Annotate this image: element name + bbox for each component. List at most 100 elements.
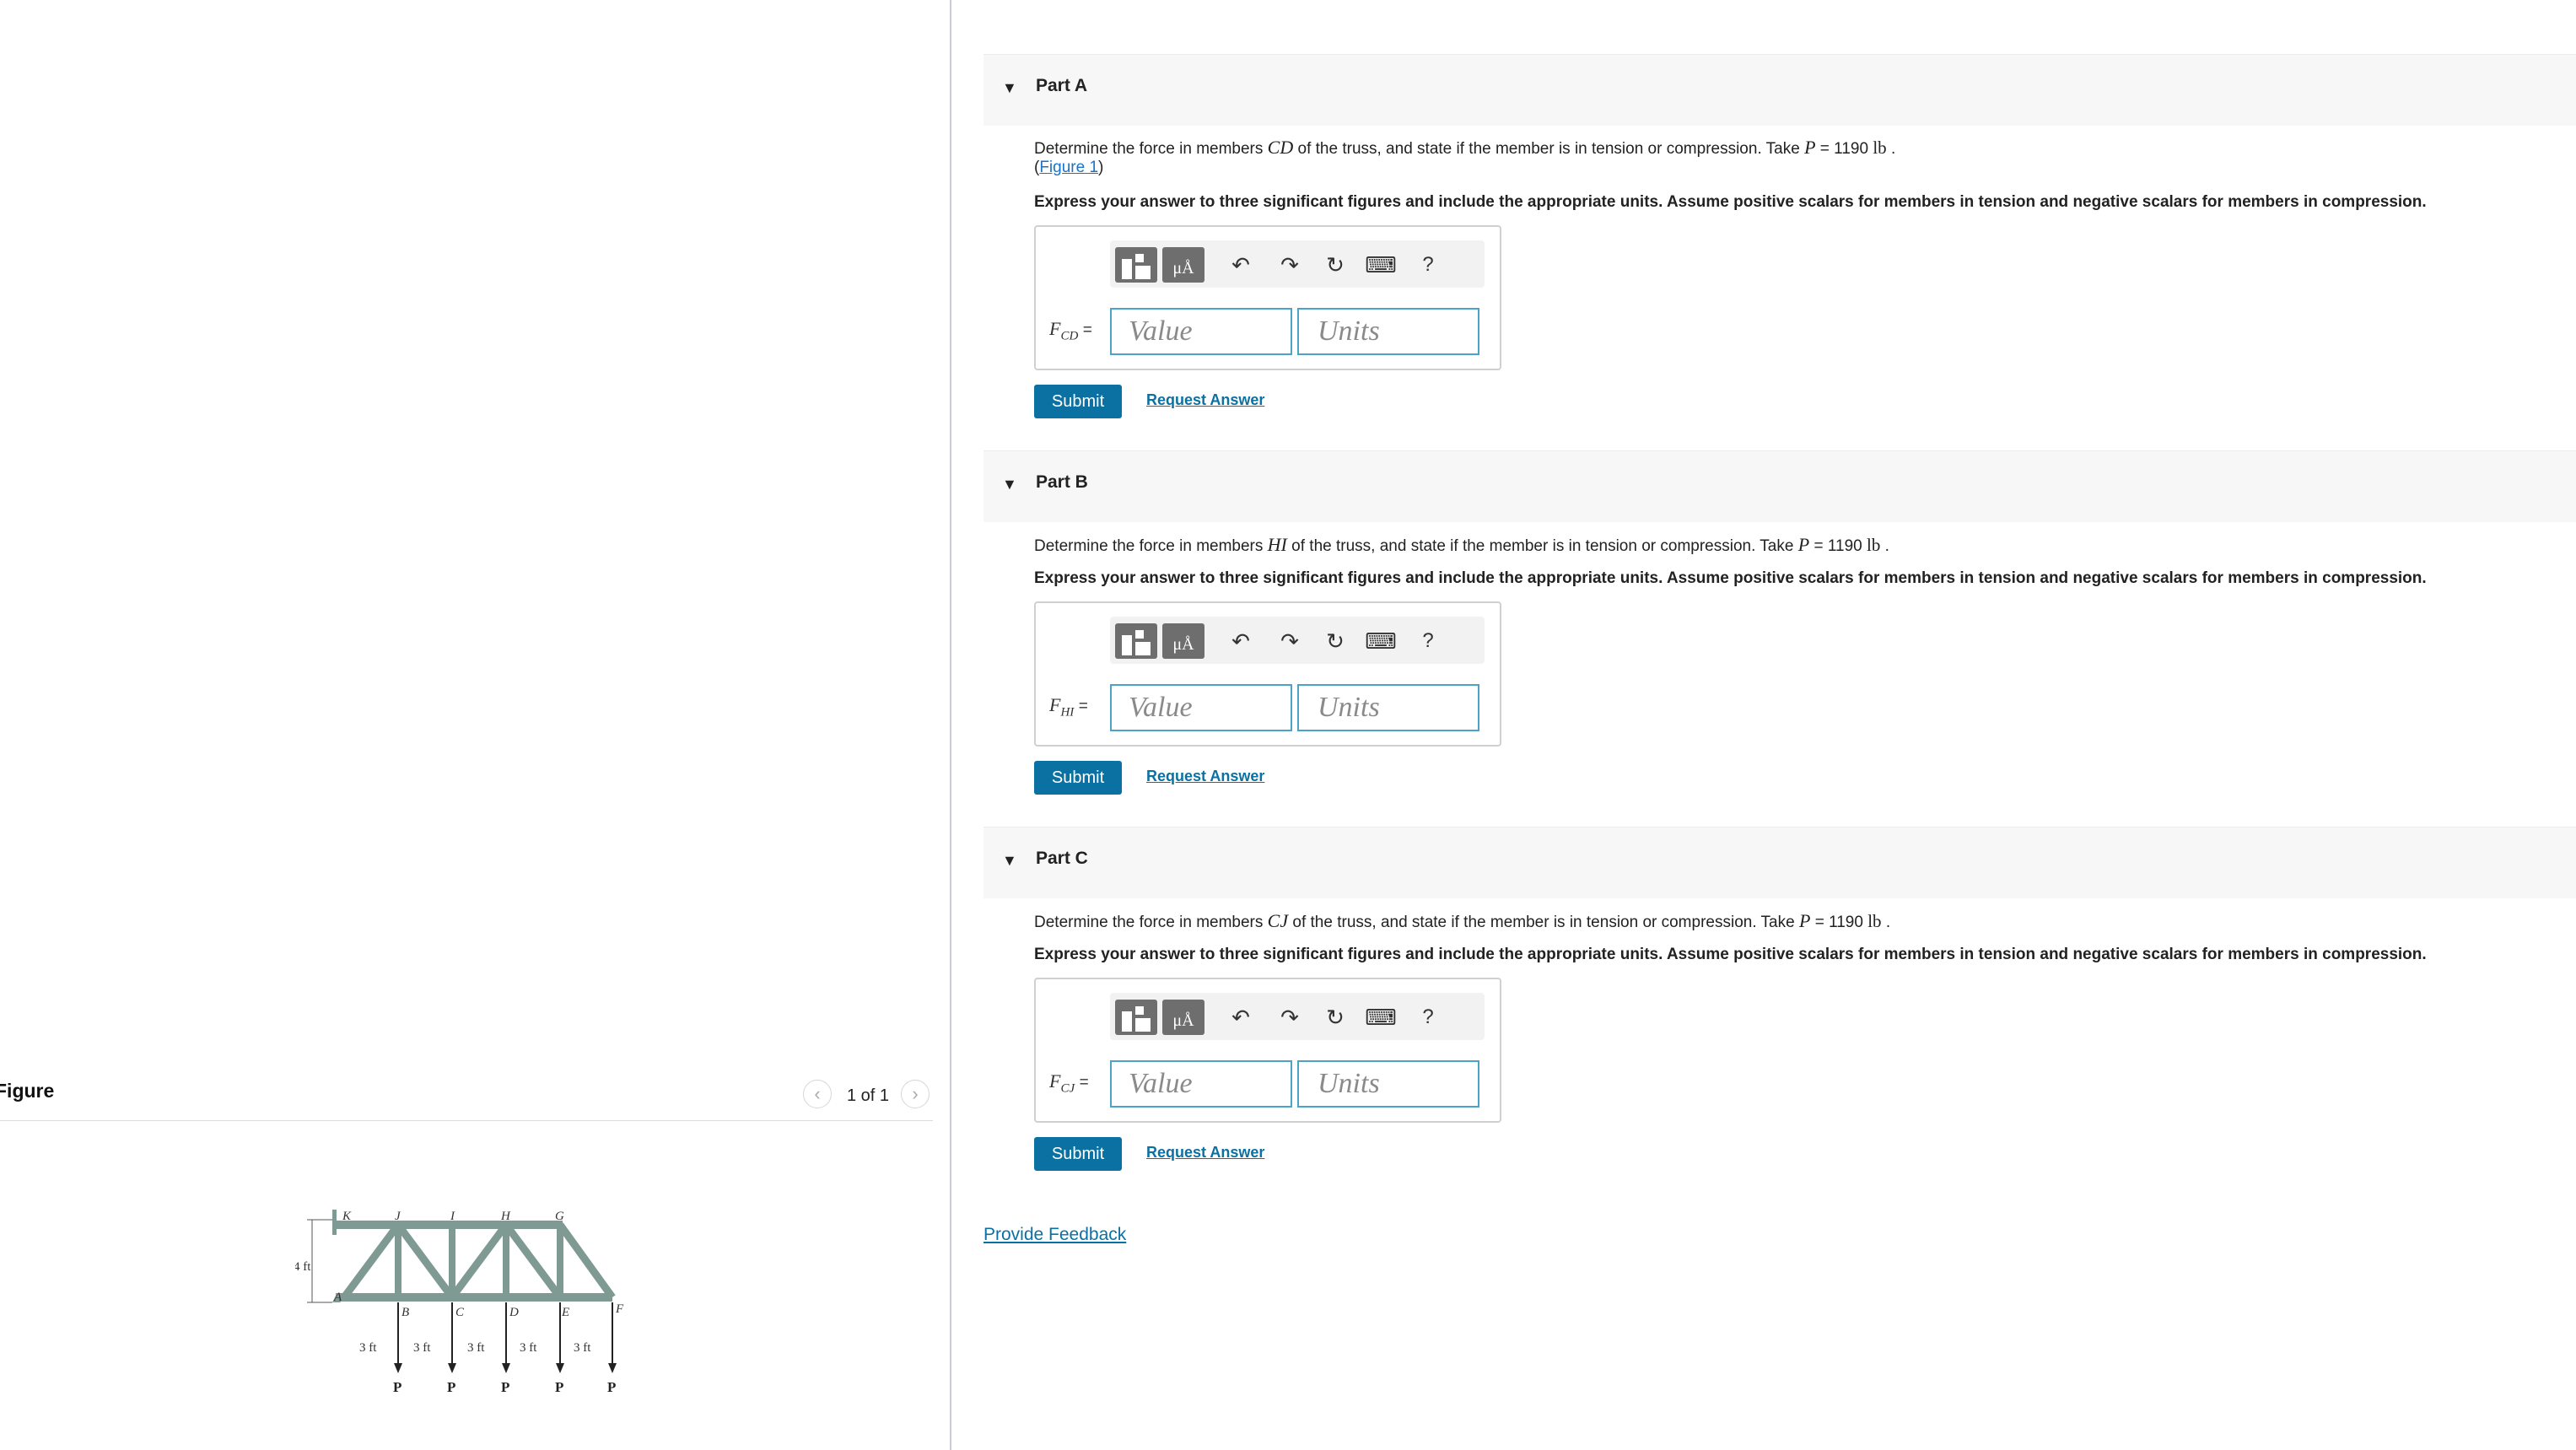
request-answer-link[interactable]: Request Answer [1146,391,1264,409]
question-text: Determine the force in members [1034,140,1264,158]
truss-diagram: K J I H G A B C D E F 4 ft 3 ft 3 ft 3 f… [295,1210,624,1395]
question-text: Determine the force in members [1034,537,1264,555]
request-answer-link[interactable]: Request Answer [1146,1144,1264,1162]
load-value: = 1190 [1809,537,1867,555]
member-name: CJ [1267,910,1289,931]
units-icon[interactable]: μÅ [1162,1000,1204,1035]
spacing-label: 3 ft [574,1341,591,1355]
provide-feedback-link[interactable]: Provide Feedback [984,1225,1126,1245]
node-label: G [555,1210,564,1223]
spacing-label: 3 ft [413,1341,431,1355]
load-arrowhead [608,1363,617,1373]
part-c-answer-box: μÅ ↶ ↷ ↻ ⌨ ? FCJ = [1034,978,1501,1123]
parts-panel: ▼ Part A Determine the force in members … [951,0,2576,1450]
member-aj [341,1222,401,1300]
load-variable: P [1797,534,1810,555]
node-label: B [401,1306,409,1319]
units-icon[interactable]: μÅ [1162,623,1204,659]
member-jc [395,1222,455,1300]
figure-title: Figure [0,1080,55,1102]
load-arrowhead [556,1363,564,1373]
part-b-header[interactable]: ▼ Part B [984,450,2576,522]
redo-icon[interactable]: ↷ [1275,627,1304,655]
request-answer-link[interactable]: Request Answer [1146,768,1264,785]
keyboard-icon[interactable]: ⌨ [1365,627,1397,655]
units-input[interactable] [1297,308,1479,355]
templates-icon[interactable] [1115,247,1157,283]
part-a-header[interactable]: ▼ Part A [984,54,2576,126]
figure-header: Figure ‹ 1 of 1 › [0,1076,933,1120]
keyboard-icon[interactable]: ⌨ [1365,251,1397,279]
help-icon[interactable]: ? [1414,1003,1442,1032]
load-variable: P [1798,910,1811,931]
load-label: P [607,1379,616,1395]
load-label: P [447,1379,455,1395]
math-toolbar: μÅ ↶ ↷ ↻ ⌨ ? [1110,240,1485,288]
load-label: P [393,1379,401,1395]
submit-button[interactable]: Submit [1034,761,1122,795]
load-unit: lb [1867,911,1882,931]
value-input[interactable] [1110,684,1292,731]
question-text: of the truss, and state if the member is… [1292,914,1795,931]
units-icon[interactable]: μÅ [1162,247,1204,283]
chevron-left-icon[interactable]: ‹ [803,1080,832,1108]
reset-icon[interactable]: ↻ [1321,627,1350,655]
spacing-label: 3 ft [359,1341,377,1355]
load-label: P [555,1379,563,1395]
undo-icon[interactable]: ↶ [1226,627,1255,655]
undo-icon[interactable]: ↶ [1226,1003,1255,1032]
part-title: Part C [1036,849,1088,868]
reset-icon[interactable]: ↻ [1321,1003,1350,1032]
redo-icon[interactable]: ↷ [1275,1003,1304,1032]
figure-panel: Figure ‹ 1 of 1 › K J I H G A B C D E F … [0,0,950,1450]
help-icon[interactable]: ? [1414,627,1442,655]
node-label: C [455,1306,465,1319]
node-label: E [561,1306,569,1319]
question-text: Determine the force in members [1034,914,1264,931]
part-c-header[interactable]: ▼ Part C [984,827,2576,898]
templates-icon[interactable] [1115,623,1157,659]
spacing-label: 3 ft [520,1341,537,1355]
caret-down-icon[interactable]: ▼ [1002,476,1017,493]
caret-down-icon[interactable]: ▼ [1002,79,1017,97]
redo-icon[interactable]: ↷ [1275,251,1304,279]
math-toolbar: μÅ ↶ ↷ ↻ ⌨ ? [1110,617,1485,664]
load-value: = 1190 [1815,140,1873,158]
submit-button[interactable]: Submit [1034,385,1122,418]
value-input[interactable] [1110,1060,1292,1108]
units-input[interactable] [1297,684,1479,731]
figure-page-count: 1 of 1 [847,1086,890,1105]
undo-icon[interactable]: ↶ [1226,251,1255,279]
answer-variable: FCJ = [1049,1070,1089,1096]
part-b-instructions: Express your answer to three significant… [1034,569,2427,587]
value-input[interactable] [1110,308,1292,355]
node-label: F [615,1302,624,1316]
load-arrowhead [502,1363,510,1373]
answer-variable: FHI = [1049,694,1088,720]
part-a-instructions: Express your answer to three significant… [1034,193,2427,211]
figure-link[interactable]: Figure 1 [1039,159,1098,176]
submit-button[interactable]: Submit [1034,1137,1122,1171]
load-arrowhead [448,1363,456,1373]
member-ch [449,1222,509,1300]
help-icon[interactable]: ? [1414,251,1442,279]
units-input[interactable] [1297,1060,1479,1108]
caret-down-icon[interactable]: ▼ [1002,852,1017,870]
part-b-question: Determine the force in members HI of the… [1034,534,1889,555]
answer-variable: FCD = [1049,318,1092,343]
math-toolbar: μÅ ↶ ↷ ↻ ⌨ ? [1110,993,1485,1040]
node-label: K [342,1210,352,1223]
templates-icon[interactable] [1115,1000,1157,1035]
spacing-label: 3 ft [467,1341,485,1355]
member-name: HI [1267,534,1287,555]
height-label: 4 ft [295,1260,311,1274]
member-he [503,1222,563,1300]
load-arrowhead [394,1363,402,1373]
chevron-right-icon[interactable]: › [901,1080,930,1108]
node-label: D [509,1306,519,1319]
member-name: CD [1267,137,1294,158]
part-title: Part B [1036,472,1088,492]
keyboard-icon[interactable]: ⌨ [1365,1003,1397,1032]
load-unit: lb [1873,137,1887,158]
reset-icon[interactable]: ↻ [1321,251,1350,279]
